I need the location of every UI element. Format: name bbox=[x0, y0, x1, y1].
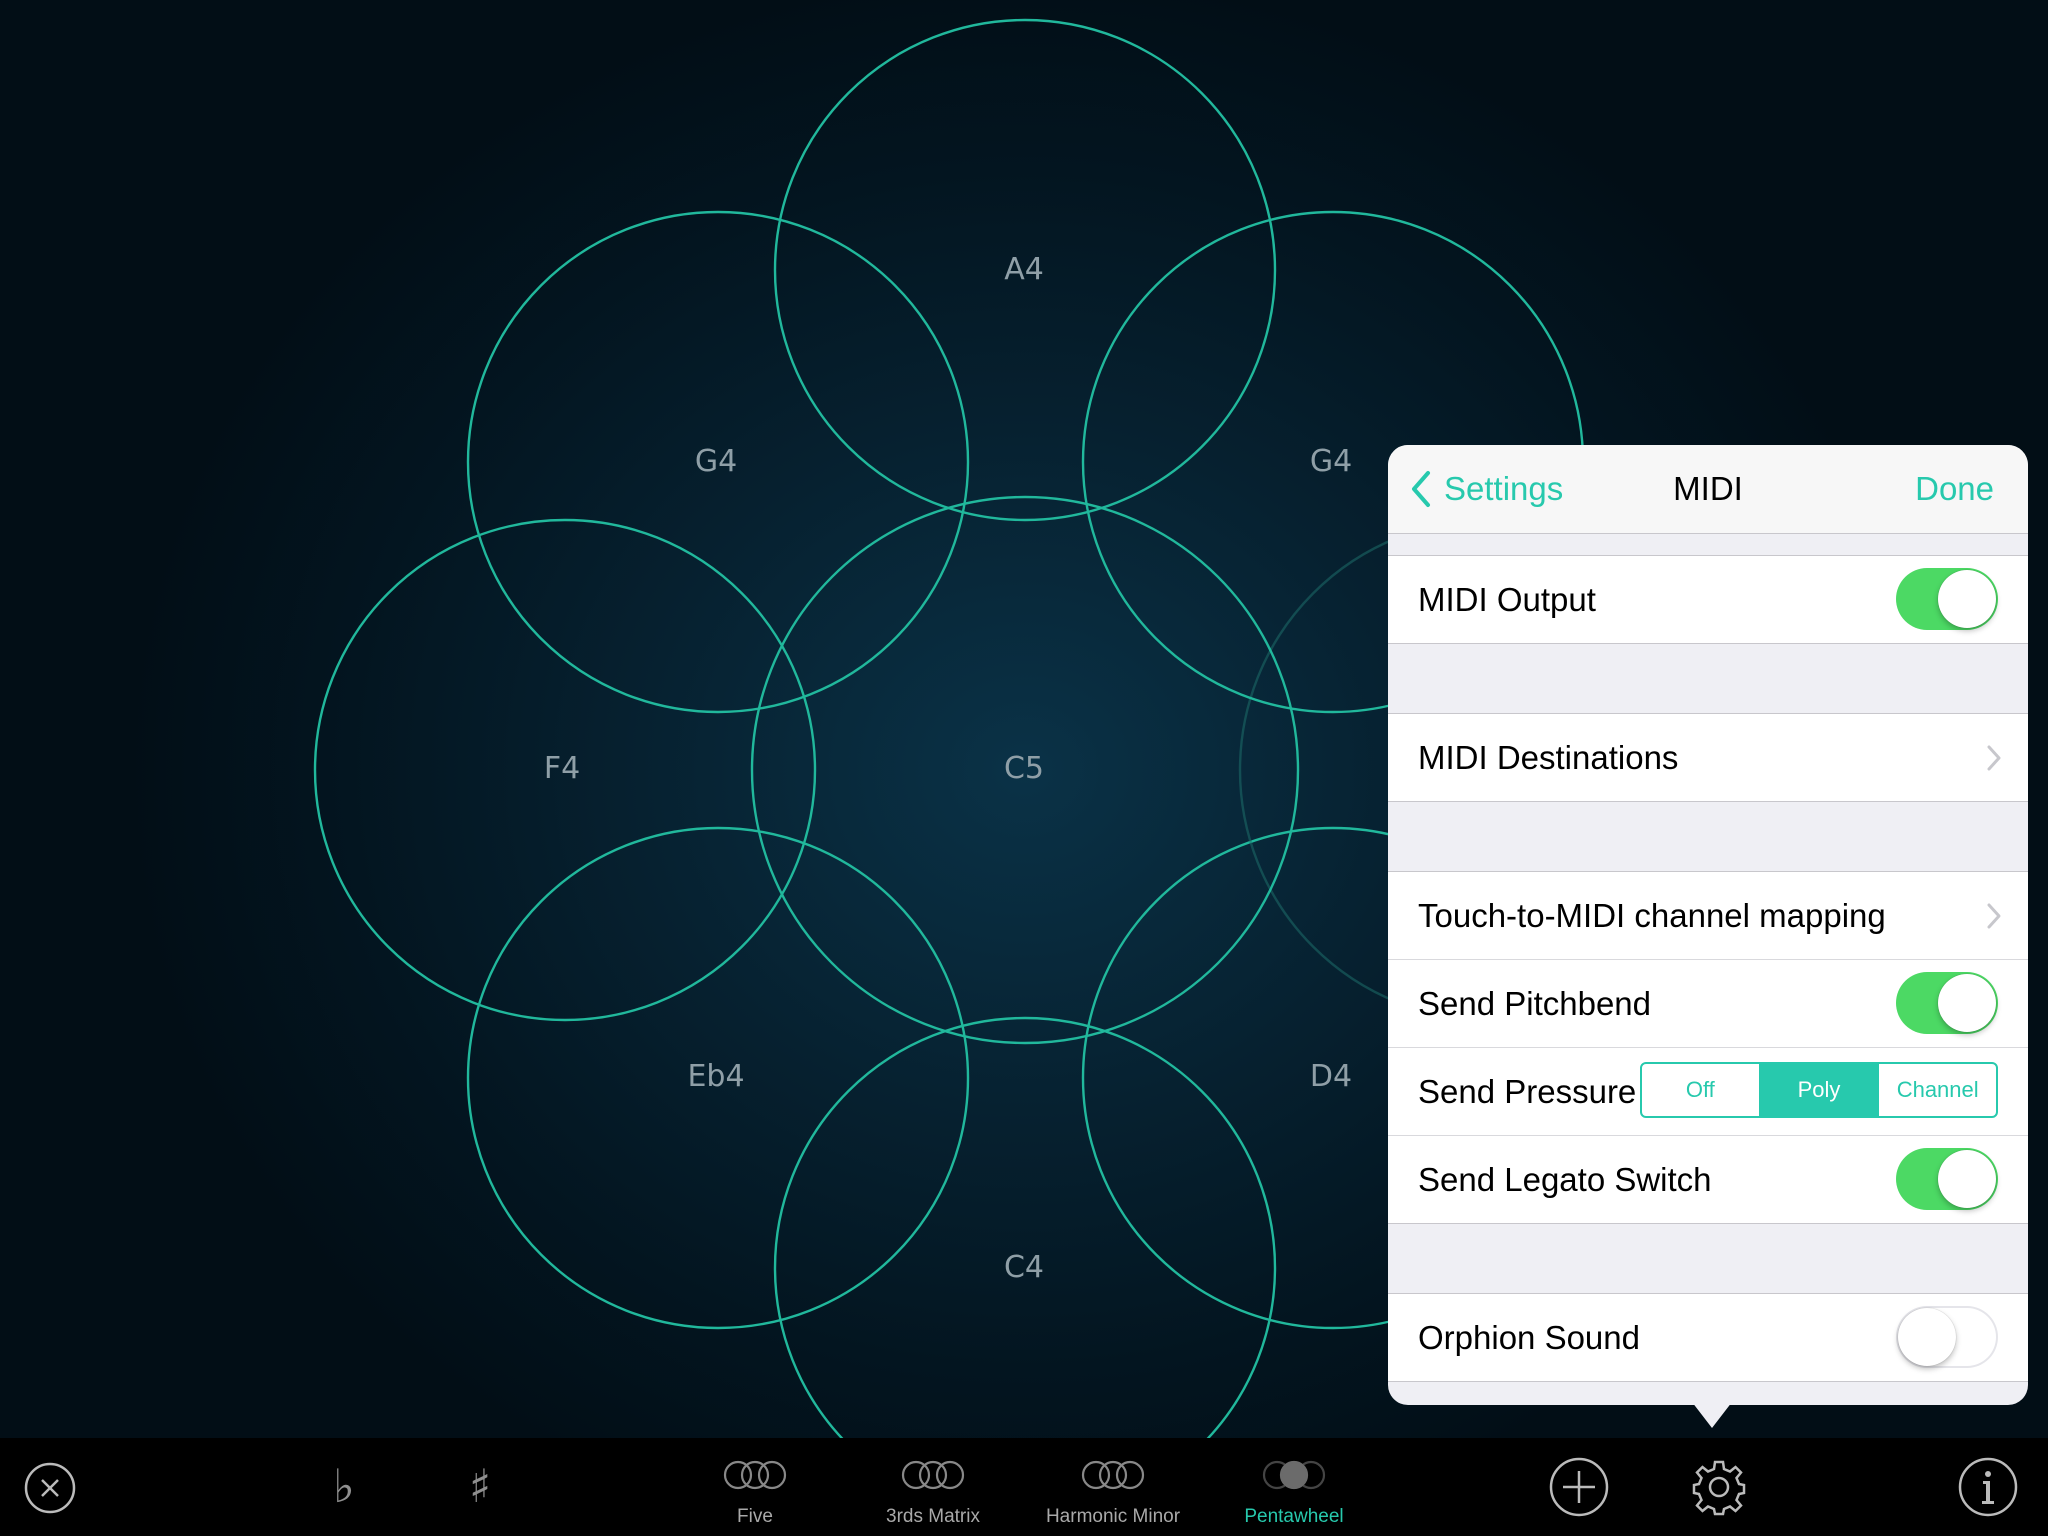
midi-destinations-label: MIDI Destinations bbox=[1418, 739, 1679, 776]
pressure-poly-segment[interactable]: Poly bbox=[1758, 1064, 1878, 1116]
note-label-eb4[interactable]: Eb4 bbox=[656, 1057, 776, 1097]
touch-mapping-label: Touch-to-MIDI channel mapping bbox=[1418, 897, 1886, 934]
toggle-knob bbox=[1938, 974, 1996, 1032]
note-label-a4[interactable]: A4 bbox=[964, 250, 1084, 290]
midi-output-row: MIDI Output bbox=[1388, 556, 2028, 643]
three-rings-icon bbox=[1081, 1460, 1145, 1490]
send-legato-label: Send Legato Switch bbox=[1418, 1161, 1712, 1198]
toggle-knob bbox=[1938, 1150, 1996, 1208]
send-pressure-label: Send Pressure bbox=[1418, 1073, 1637, 1110]
close-circle-icon bbox=[24, 1462, 76, 1514]
send-pitchbend-toggle[interactable] bbox=[1896, 972, 1998, 1034]
touch-mapping-row[interactable]: Touch-to-MIDI channel mapping bbox=[1388, 872, 2028, 960]
note-label-f4[interactable]: F4 bbox=[502, 749, 622, 789]
info-button[interactable] bbox=[1955, 1454, 2021, 1520]
midi-destinations-row[interactable]: MIDI Destinations bbox=[1388, 714, 2028, 801]
send-pitchbend-row: Send Pitchbend bbox=[1388, 960, 2028, 1048]
chevron-left-icon bbox=[1412, 471, 1430, 507]
preset-pentawheel[interactable]: Pentawheel bbox=[1224, 1438, 1364, 1536]
midi-destinations-group: MIDI Destinations bbox=[1388, 713, 2028, 802]
note-label-g4-left[interactable]: G4 bbox=[656, 442, 776, 482]
three-rings-icon bbox=[901, 1460, 965, 1490]
popover-nav-bar: Settings MIDI Done bbox=[1388, 445, 2028, 534]
send-pressure-segmented-control: Off Poly Channel bbox=[1640, 1062, 1998, 1118]
chevron-right-icon bbox=[1986, 714, 2002, 801]
note-label-c5[interactable]: C5 bbox=[964, 749, 1084, 789]
note-label-d4[interactable]: D4 bbox=[1271, 1057, 1391, 1097]
gear-icon bbox=[1692, 1460, 1746, 1516]
settings-button[interactable] bbox=[1686, 1454, 1752, 1520]
midi-output-toggle[interactable] bbox=[1896, 568, 1998, 630]
send-pitchbend-label: Send Pitchbend bbox=[1418, 985, 1652, 1022]
preset-label: Five bbox=[737, 1506, 773, 1527]
preset-label: 3rds Matrix bbox=[886, 1506, 980, 1527]
pentawheel-rings-icon bbox=[1262, 1460, 1326, 1490]
popover-arrow bbox=[1692, 1402, 1732, 1428]
preset-3rds-matrix[interactable]: 3rds Matrix bbox=[868, 1438, 998, 1536]
preset-label: Pentawheel bbox=[1244, 1506, 1344, 1527]
orphion-sound-group: Orphion Sound bbox=[1388, 1293, 2028, 1382]
toggle-knob bbox=[1898, 1308, 1956, 1366]
note-label-c4[interactable]: C4 bbox=[964, 1248, 1084, 1288]
orphion-sound-row: Orphion Sound bbox=[1388, 1294, 2028, 1381]
orphion-sound-toggle[interactable] bbox=[1896, 1306, 1998, 1368]
info-icon bbox=[1958, 1457, 2018, 1517]
done-button[interactable]: Done bbox=[1915, 445, 1994, 533]
preset-harmonic-minor[interactable]: Harmonic Minor bbox=[1028, 1438, 1198, 1536]
midi-mapping-group: Touch-to-MIDI channel mapping Send Pitch… bbox=[1388, 871, 2028, 1224]
midi-settings-popover: Settings MIDI Done MIDI Output MIDI Dest… bbox=[1388, 445, 2028, 1405]
back-settings-button[interactable]: Settings bbox=[1408, 445, 1563, 533]
three-rings-icon bbox=[723, 1460, 787, 1490]
bottom-toolbar: ♭ ♯ Five 3rds Matrix Harmonic Minor Pent… bbox=[0, 1438, 2048, 1536]
add-button[interactable] bbox=[1546, 1454, 1612, 1520]
pressure-off-segment[interactable]: Off bbox=[1642, 1064, 1759, 1116]
preset-label: Harmonic Minor bbox=[1045, 1506, 1181, 1527]
send-legato-toggle[interactable] bbox=[1896, 1148, 1998, 1210]
pressure-channel-segment[interactable]: Channel bbox=[1877, 1064, 1996, 1116]
flat-button[interactable]: ♭ bbox=[322, 1456, 366, 1516]
toggle-knob bbox=[1938, 570, 1996, 628]
chevron-right-icon bbox=[1986, 872, 2002, 959]
midi-output-label: MIDI Output bbox=[1418, 581, 1596, 618]
sharp-icon: ♯ bbox=[468, 1459, 492, 1513]
preset-five[interactable]: Five bbox=[690, 1438, 820, 1536]
send-pressure-row: Send Pressure Off Poly Channel bbox=[1388, 1048, 2028, 1136]
midi-output-group: MIDI Output bbox=[1388, 555, 2028, 644]
sharp-button[interactable]: ♯ bbox=[458, 1456, 502, 1516]
plus-circle-icon bbox=[1549, 1457, 1609, 1517]
flat-icon: ♭ bbox=[333, 1459, 355, 1513]
close-button[interactable] bbox=[22, 1460, 78, 1516]
orphion-sound-label: Orphion Sound bbox=[1418, 1319, 1640, 1356]
back-label: Settings bbox=[1444, 470, 1564, 507]
send-legato-row: Send Legato Switch bbox=[1388, 1136, 2028, 1223]
note-label-g4-right[interactable]: G4 bbox=[1271, 442, 1391, 482]
